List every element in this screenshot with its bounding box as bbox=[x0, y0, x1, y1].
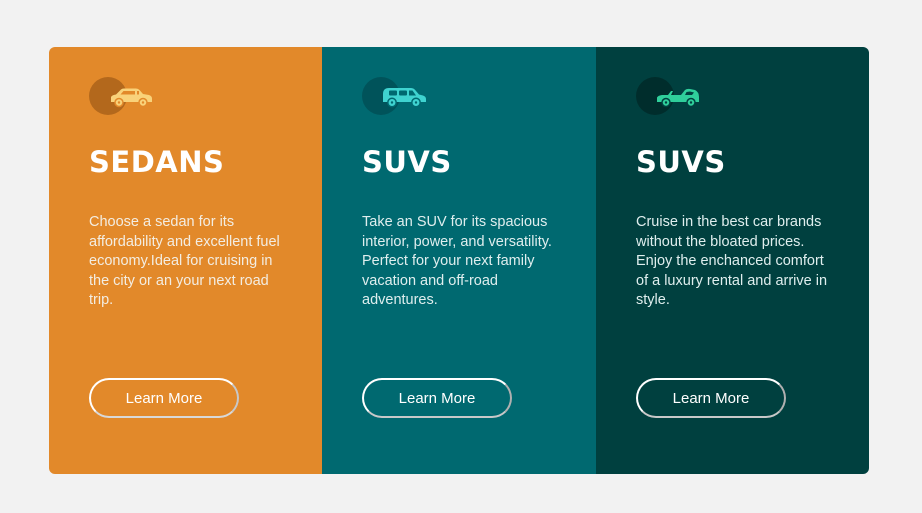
suv-icon-wrap bbox=[362, 77, 432, 117]
card-description: Choose a sedan for its affordability and… bbox=[89, 214, 280, 308]
learn-more-button[interactable]: Learn More bbox=[636, 378, 786, 418]
card-description: Cruise in the best car brands without th… bbox=[636, 214, 828, 308]
convertible-car-icon bbox=[657, 88, 699, 108]
sedan-icon-wrap bbox=[89, 77, 159, 117]
learn-more-button[interactable]: Learn More bbox=[89, 378, 239, 418]
sedan-car-icon bbox=[111, 88, 152, 108]
card-description: Take an SUV for its spacious interior, p… bbox=[362, 214, 552, 308]
luxury-card: SUVS Cruise in the best car brands witho… bbox=[596, 47, 869, 474]
card-title: SEDANS bbox=[89, 145, 225, 179]
card-title: SUVS bbox=[362, 145, 452, 179]
learn-more-button[interactable]: Learn More bbox=[362, 378, 512, 418]
suv-car-icon bbox=[383, 88, 426, 108]
suvs-card: SUVS Take an SUV for its spacious interi… bbox=[322, 47, 596, 474]
convertible-icon-wrap bbox=[636, 77, 706, 117]
sedans-card: SEDANS Choose a sedan for its affordabil… bbox=[49, 47, 322, 474]
card-title: SUVS bbox=[636, 145, 726, 179]
car-category-cards: SEDANS Choose a sedan for its affordabil… bbox=[49, 47, 869, 474]
